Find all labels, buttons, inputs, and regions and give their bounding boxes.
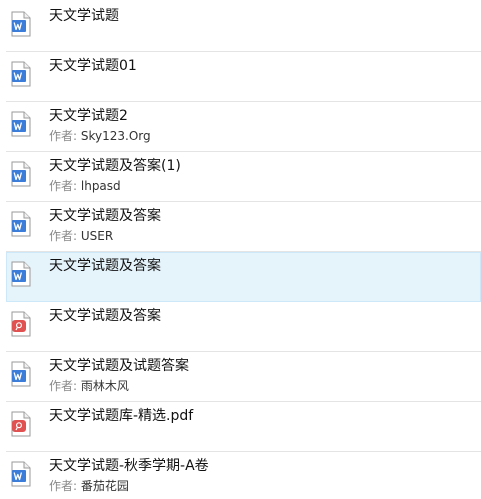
- author-label: 作者:: [49, 479, 78, 493]
- file-author: 作者: 雨林木风: [49, 379, 129, 394]
- author-label: 作者:: [49, 229, 78, 243]
- file-title: 天文学试题: [49, 8, 119, 24]
- file-row[interactable]: 天文学试题库-精选.pdf: [6, 402, 481, 452]
- author-name: Sky123.Org: [80, 129, 151, 143]
- word-doc-icon: [11, 61, 31, 87]
- author-label: 作者:: [49, 379, 78, 393]
- file-title: 天文学试题库-精选.pdf: [49, 408, 194, 424]
- file-row[interactable]: 天文学试题2 作者: Sky123.Org: [6, 102, 481, 152]
- file-row[interactable]: 天文学试题01: [6, 52, 481, 102]
- author-name: 番茄花园: [80, 479, 129, 493]
- word-doc-icon: [11, 461, 31, 487]
- word-doc-icon: [11, 161, 31, 187]
- file-title: 天文学试题及答案(1): [49, 158, 181, 174]
- file-author: 作者: USER: [49, 229, 113, 244]
- file-list: 天文学试题 天文学试题01 天文学试题2 作者: Sky123.Org 天文学试…: [0, 0, 481, 499]
- author-label: 作者:: [49, 179, 78, 193]
- file-row[interactable]: 天文学试题及答案 作者: USER: [6, 202, 481, 252]
- file-title: 天文学试题及答案: [49, 208, 161, 224]
- file-author: 作者: 番茄花园: [49, 479, 129, 494]
- file-title: 天文学试题及答案: [49, 308, 161, 324]
- file-row[interactable]: 天文学试题及答案: [6, 302, 481, 352]
- file-title: 天文学试题及试题答案: [49, 358, 189, 374]
- word-doc-icon: [11, 111, 31, 137]
- file-row-selected[interactable]: 天文学试题及答案: [6, 252, 481, 302]
- file-row[interactable]: 天文学试题-秋季学期-A卷 作者: 番茄花园: [6, 452, 481, 499]
- author-name: lhpasd: [80, 179, 121, 193]
- author-label: 作者:: [49, 129, 78, 143]
- file-title: 天文学试题01: [49, 58, 137, 74]
- file-row[interactable]: 天文学试题及试题答案 作者: 雨林木风: [6, 352, 481, 402]
- pdf-doc-icon: [11, 311, 31, 337]
- file-row[interactable]: 天文学试题及答案(1) 作者: lhpasd: [6, 152, 481, 202]
- pdf-doc-icon: [11, 411, 31, 437]
- file-title: 天文学试题及答案: [49, 258, 161, 274]
- author-name: USER: [80, 229, 114, 243]
- author-name: 雨林木风: [80, 379, 129, 393]
- file-title: 天文学试题2: [49, 108, 128, 124]
- word-doc-icon: [11, 211, 31, 237]
- file-author: 作者: Sky123.Org: [49, 129, 151, 144]
- word-doc-icon: [11, 261, 31, 287]
- file-row[interactable]: 天文学试题: [6, 2, 481, 52]
- file-title: 天文学试题-秋季学期-A卷: [49, 458, 209, 474]
- file-author: 作者: lhpasd: [49, 179, 121, 194]
- word-doc-icon: [11, 361, 31, 387]
- word-doc-icon: [11, 11, 31, 37]
